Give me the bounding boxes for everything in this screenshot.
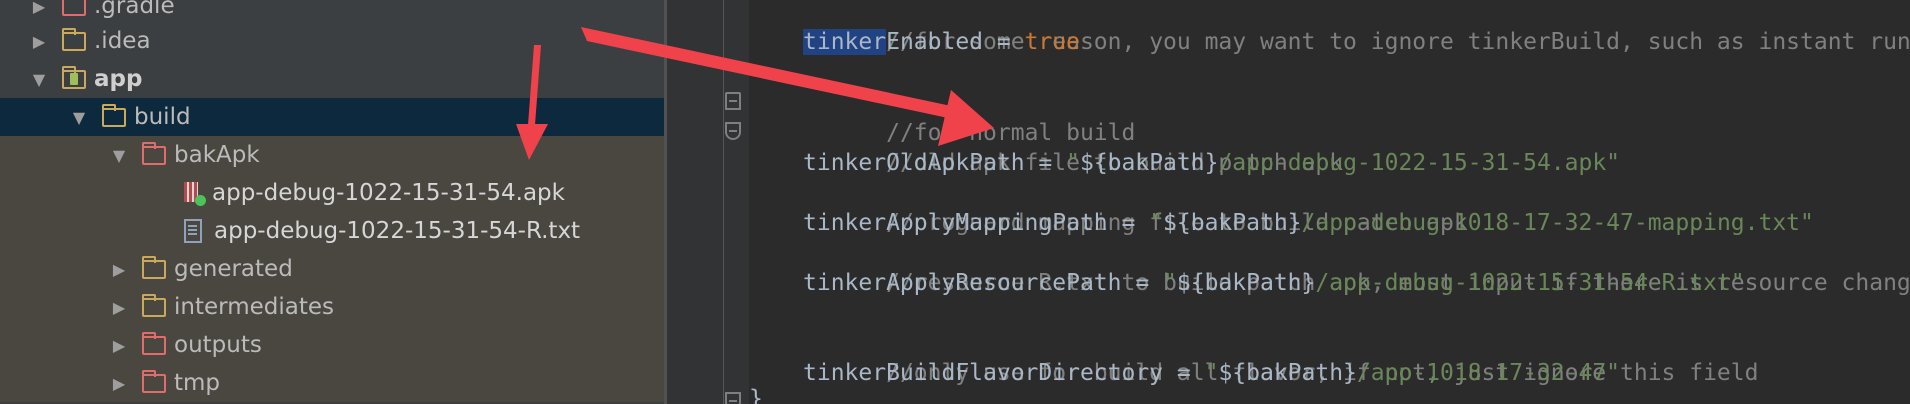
code-line-7: //proguard mapping file to build patch a… xyxy=(803,178,1468,236)
chevron-right-icon[interactable]: ▶ xyxy=(28,0,50,16)
code-string: /app-debug-1022-15-31-54.apk" xyxy=(1218,150,1621,176)
gutter-divider xyxy=(723,0,724,404)
chevron-right-icon[interactable]: ▶ xyxy=(108,374,130,393)
code-interpolation: ${bakPath} xyxy=(1163,210,1302,236)
code-identifier: Enabled xyxy=(886,29,984,55)
tree-item-label: app xyxy=(94,66,143,92)
chevron-down-icon[interactable]: ▼ xyxy=(68,108,90,127)
tree-item-bakapk[interactable]: ▼ bakApk xyxy=(0,136,664,174)
tree-item-label: tmp xyxy=(174,370,221,396)
code-line-10: tinkerApplyResourcePath = "${bakPath}/ap… xyxy=(803,268,1745,298)
fold-start-icon[interactable] xyxy=(725,92,741,110)
code-string-quote: " xyxy=(1149,210,1164,236)
code-interpolation: ${bakPath} xyxy=(1079,150,1219,176)
code-interpolation: ${bakPath} xyxy=(1218,360,1357,386)
tree-item-label: outputs xyxy=(174,332,262,358)
code-line-8: tinkerApplyMappingPath = "${bakPath}/app… xyxy=(803,208,1814,238)
folder-red-icon xyxy=(142,369,166,393)
tree-item-idea[interactable]: ▶ .idea xyxy=(0,22,664,60)
code-identifier: tinkerBuildFlavorDirectory xyxy=(803,360,1164,386)
code-string-quote: " xyxy=(1204,360,1219,386)
chevron-right-icon[interactable]: ▶ xyxy=(28,32,50,51)
tree-item-app[interactable]: ▼ app xyxy=(0,60,664,98)
folder-icon xyxy=(62,27,86,51)
code-line-9: //resource R.txt to build patch apk, mus… xyxy=(803,238,1910,296)
tree-item-txt-file[interactable]: ▶ app-debug-1022-15-31-54-R.txt xyxy=(0,212,664,250)
ide-window: ▶ .gradle ▶ .idea ▼ app ▼ build ▼ bakApk… xyxy=(0,0,1910,404)
code-string: /app-debug-1018-17-32-47-mapping.txt" xyxy=(1301,210,1814,236)
code-keyword: true xyxy=(1024,29,1080,55)
code-operator: = xyxy=(1163,360,1205,386)
text-file-icon xyxy=(184,219,202,243)
tree-item-apk-file[interactable]: ▶ app-debug-1022-15-31-54.apk xyxy=(0,174,664,212)
chevron-right-icon[interactable]: ▶ xyxy=(108,336,130,355)
code-line-4: //for normal build xyxy=(803,88,1135,146)
code-identifier: tinkerApplyResourcePath xyxy=(803,270,1122,296)
tree-item-build[interactable]: ▼ build xyxy=(0,98,664,136)
tree-item-generated[interactable]: ▶ generated xyxy=(0,250,664,288)
highlighted-identifier: tinker xyxy=(803,29,887,55)
code-line-13: tinkerBuildFlavorDirectory = "${bakPath}… xyxy=(803,358,1620,388)
code-line-2: tinkerEnabled = true xyxy=(803,27,1080,57)
code-line-6: tinkerOldApkPath = "${bakPath}/app-debug… xyxy=(803,148,1620,178)
code-identifier: tinkerApplyMappingPath xyxy=(803,210,1108,236)
folder-red-icon xyxy=(142,331,166,355)
code-operator: = xyxy=(1121,270,1164,296)
chevron-right-icon[interactable]: ▶ xyxy=(108,298,130,317)
closing-brace: } xyxy=(749,386,763,404)
code-string: /app-debug-1022-15-31-54-R.txt" xyxy=(1315,270,1745,296)
code-operator: = xyxy=(1107,210,1150,236)
folder-icon xyxy=(142,293,166,317)
chevron-down-icon[interactable]: ▼ xyxy=(28,70,50,89)
tree-item-label: build xyxy=(134,104,191,130)
tree-item-label: generated xyxy=(174,256,293,282)
code-string-quote: " xyxy=(1066,150,1080,176)
folder-icon xyxy=(142,255,166,279)
tree-item-tmp[interactable]: ▶ tmp xyxy=(0,364,664,402)
code-string: /app-1018-17-32-47" xyxy=(1356,360,1621,386)
tree-item-intermediates[interactable]: ▶ intermediates xyxy=(0,288,664,326)
fold-end-icon[interactable] xyxy=(725,392,741,404)
code-operator: = xyxy=(1024,150,1067,176)
tree-item-label: bakApk xyxy=(174,142,260,168)
folder-red-icon xyxy=(142,141,166,165)
tree-item-label: .gradle xyxy=(94,0,175,19)
tree-item-label: app-debug-1022-15-31-54-R.txt xyxy=(214,218,581,244)
code-string-quote: " xyxy=(1163,270,1177,296)
folder-red-icon xyxy=(62,0,86,16)
code-interpolation: ${bakPath} xyxy=(1176,270,1316,296)
project-tree[interactable]: ▶ .gradle ▶ .idea ▼ app ▼ build ▼ bakApk… xyxy=(0,0,664,404)
code-operator: = xyxy=(983,29,1025,55)
folder-icon xyxy=(102,103,126,127)
editor-gutter xyxy=(667,0,749,404)
chevron-right-icon[interactable]: ▶ xyxy=(108,260,130,279)
code-editor[interactable]: //for some reason, you may want to ignor… xyxy=(749,0,1910,404)
tree-item-outputs[interactable]: ▶ outputs xyxy=(0,326,664,364)
fold-end-icon[interactable] xyxy=(725,122,741,140)
tree-item-label: .idea xyxy=(94,28,151,54)
tree-item-label: intermediates xyxy=(174,294,334,320)
module-folder-icon xyxy=(62,65,86,89)
apk-file-icon xyxy=(182,180,206,206)
chevron-down-icon[interactable]: ▼ xyxy=(108,146,130,165)
tree-item-label: app-debug-1022-15-31-54.apk xyxy=(212,180,565,206)
code-identifier: tinkerOldApkPath xyxy=(803,150,1025,176)
code-line-5: //old apk file to build patch apk xyxy=(803,118,1343,176)
code-line-1: //for some reason, you may want to ignor… xyxy=(803,0,1910,55)
code-line-12: //only use for build all flavor, if not,… xyxy=(803,328,1758,386)
